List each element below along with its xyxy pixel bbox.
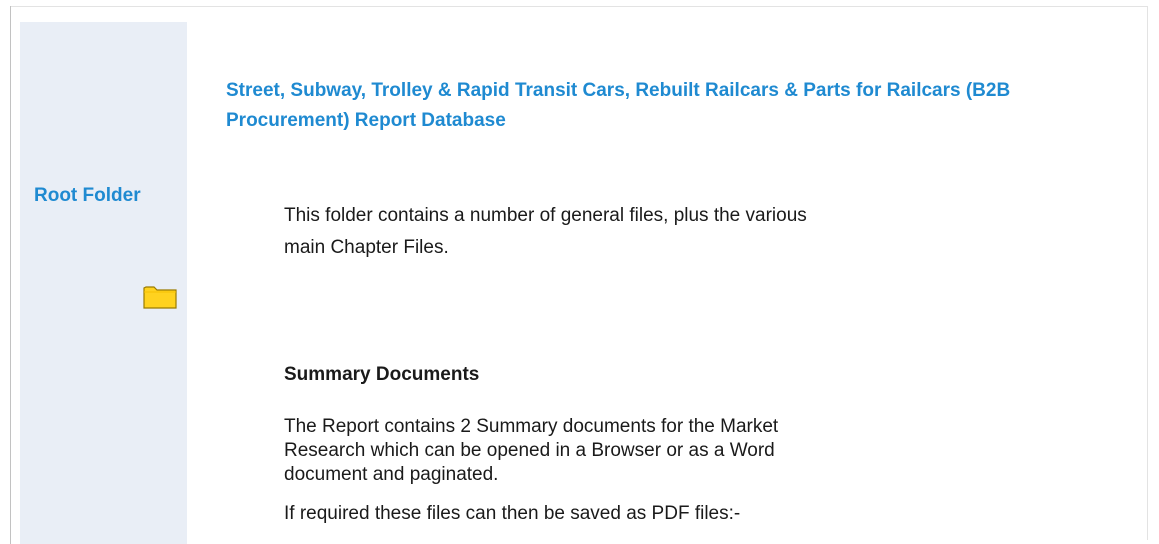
root-folder-title: Root Folder xyxy=(34,185,141,206)
summary-documents-heading: Summary Documents xyxy=(284,364,480,385)
frame-left-rule xyxy=(10,6,11,544)
folder-icon[interactable] xyxy=(143,284,177,310)
folder-description: This folder contains a number of general… xyxy=(284,205,807,258)
summary-documents-description: The Report contains 2 Summary documents … xyxy=(284,416,779,485)
report-title: Street, Subway, Trolley & Rapid Transit … xyxy=(226,80,1011,131)
sidebar: Root Folder xyxy=(20,22,187,544)
pdf-save-note: If required these files can then be save… xyxy=(284,503,741,524)
